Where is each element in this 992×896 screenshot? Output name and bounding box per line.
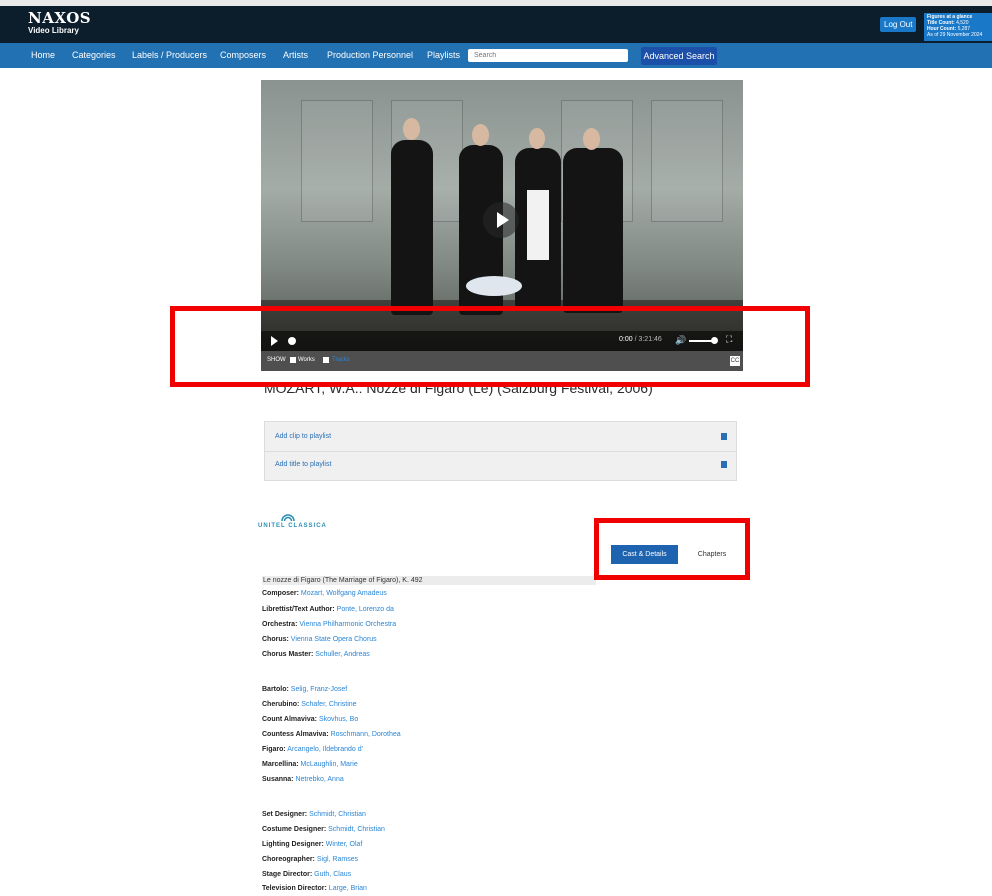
credit-row: Composer: Mozart, Wolfgang Amadeus (262, 589, 387, 598)
credit-link[interactable]: Vienna Philharmonic Orchestra (299, 621, 396, 628)
annotation-highlight-tabs (594, 518, 750, 580)
credit-row: Susanna: Netrebko, Anna (262, 775, 344, 784)
credit-link[interactable]: Ponte, Lorenzo da (337, 606, 394, 613)
unitel-logo-icon (281, 514, 295, 522)
work-title: Le nozze di Figaro (The Marriage of Figa… (262, 576, 596, 585)
nav-home[interactable]: Home (31, 50, 55, 60)
credit-link[interactable]: McLaughlin, Marie (301, 761, 358, 768)
credit-role: Bartolo: (262, 686, 289, 693)
annotation-highlight-player (170, 306, 810, 387)
glance-as-of: As of 29 November 2024 (927, 32, 983, 38)
credit-role: Orchestra: (262, 621, 298, 628)
credit-role: Choreographer: (262, 856, 315, 863)
credit-role: Composer: (262, 590, 299, 597)
credit-row: Choreographer: Sigl, Ramses (262, 855, 358, 864)
nav-playlists[interactable]: Playlists (427, 50, 460, 60)
credit-link[interactable]: Roschmann, Dorothea (331, 731, 401, 738)
nav-production-personnel[interactable]: Production Personnel (327, 50, 413, 60)
singer-head (529, 128, 545, 149)
credit-link[interactable]: Mozart, Wolfgang Amadeus (301, 590, 387, 597)
nav-labels-producers[interactable]: Labels / Producers (132, 50, 207, 60)
figures-at-a-glance: Figures at a glance Title Count: 4,520 H… (924, 13, 992, 41)
credit-link[interactable]: Schuller, Andreas (315, 651, 369, 658)
logout-button[interactable]: Log Out (880, 17, 917, 32)
credit-link[interactable]: Netrebko, Anna (295, 776, 343, 783)
site-header: NAXOS Video Library Log Out Figures at a… (0, 6, 992, 43)
main-nav: Home Categories Labels / Producers Compo… (0, 43, 992, 68)
stage-wall-panel (651, 100, 723, 222)
credit-role: Figaro: (262, 746, 286, 753)
credit-link[interactable]: Winter, Olaf (326, 841, 363, 848)
singer-head (583, 128, 600, 150)
credit-role: Susanna: (262, 776, 294, 783)
singer-figure (563, 148, 623, 313)
credit-link[interactable]: Large, Brian (329, 885, 367, 892)
credit-link[interactable]: Schmidt, Christian (328, 826, 385, 833)
unitel-logo-text: UNITEL CLASSICA (258, 523, 327, 529)
playlist-divider (265, 451, 736, 452)
credit-row: Stage Director: Guth, Claus (262, 870, 351, 879)
nav-categories[interactable]: Categories (72, 50, 116, 60)
credit-role: Count Almaviva: (262, 716, 317, 723)
advanced-search-button[interactable]: Advanced Search (641, 47, 717, 65)
credit-row: Orchestra: Vienna Philharmonic Orchestra (262, 620, 396, 629)
credit-link[interactable]: Schafer, Christine (301, 701, 356, 708)
credit-role: Countess Almaviva: (262, 731, 329, 738)
stage-wall-panel (301, 100, 373, 222)
unitel-classica-logo: UNITEL CLASSICA (258, 512, 338, 529)
singer-head (472, 124, 489, 146)
credit-link[interactable]: Skovhus, Bo (319, 716, 358, 723)
credit-row: Chorus: Vienna State Opera Chorus (262, 635, 377, 644)
singer-head (403, 118, 420, 140)
maid-apron (527, 190, 549, 260)
credit-link[interactable]: Sigl, Ramses (317, 856, 358, 863)
credit-role: Costume Designer: (262, 826, 327, 833)
credit-row: Marcellina: McLaughlin, Marie (262, 760, 358, 769)
credit-row: Librettist/Text Author: Ponte, Lorenzo d… (262, 605, 394, 614)
credit-row: Costume Designer: Schmidt, Christian (262, 825, 385, 834)
credit-role: Stage Director: (262, 871, 313, 878)
logo-brand: NAXOS (28, 9, 92, 27)
naxos-logo[interactable]: NAXOS Video Library (28, 10, 91, 36)
credit-row: Count Almaviva: Skovhus, Bo (262, 715, 358, 724)
credit-link[interactable]: Guth, Claus (314, 871, 351, 878)
credit-role: Chorus Master: (262, 651, 314, 658)
add-clip-to-playlist-link[interactable]: Add clip to playlist (275, 433, 331, 440)
play-overlay-button[interactable] (483, 202, 519, 238)
credit-role: Set Designer: (262, 811, 308, 818)
credit-link[interactable]: Selig, Franz-Josef (291, 686, 347, 693)
credit-row: Set Designer: Schmidt, Christian (262, 810, 366, 819)
add-clip-icon[interactable] (721, 433, 727, 440)
credit-row: Lighting Designer: Winter, Olaf (262, 840, 362, 849)
credit-role: Librettist/Text Author: (262, 606, 335, 613)
nav-composers[interactable]: Composers (220, 50, 266, 60)
credit-row: Chorus Master: Schuller, Andreas (262, 650, 370, 659)
credit-link[interactable]: Arcangelo, Ildebrando d' (287, 746, 363, 753)
credit-role: Lighting Designer: (262, 841, 324, 848)
logo-subtitle: Video Library (28, 26, 79, 35)
nav-artists[interactable]: Artists (283, 50, 308, 60)
singer-figure (391, 140, 433, 315)
credit-row: Countess Almaviva: Roschmann, Dorothea (262, 730, 401, 739)
credit-row: Television Director: Large, Brian (262, 884, 367, 893)
credit-row: Bartolo: Selig, Franz-Josef (262, 685, 347, 694)
search-input[interactable] (468, 49, 628, 62)
playlist-actions: Add clip to playlist Add title to playli… (264, 421, 737, 481)
credit-row: Cherubino: Schafer, Christine (262, 700, 357, 709)
credit-role: Marcellina: (262, 761, 299, 768)
credit-role: Chorus: (262, 636, 289, 643)
credit-row: Figaro: Arcangelo, Ildebrando d' (262, 745, 363, 754)
kneeling-figure (466, 276, 522, 296)
credit-link[interactable]: Schmidt, Christian (309, 811, 366, 818)
add-title-to-playlist-link[interactable]: Add title to playlist (275, 461, 331, 468)
credit-role: Television Director: (262, 885, 327, 892)
add-title-icon[interactable] (721, 461, 727, 468)
credit-role: Cherubino: (262, 701, 300, 708)
credit-link[interactable]: Vienna State Opera Chorus (291, 636, 377, 643)
